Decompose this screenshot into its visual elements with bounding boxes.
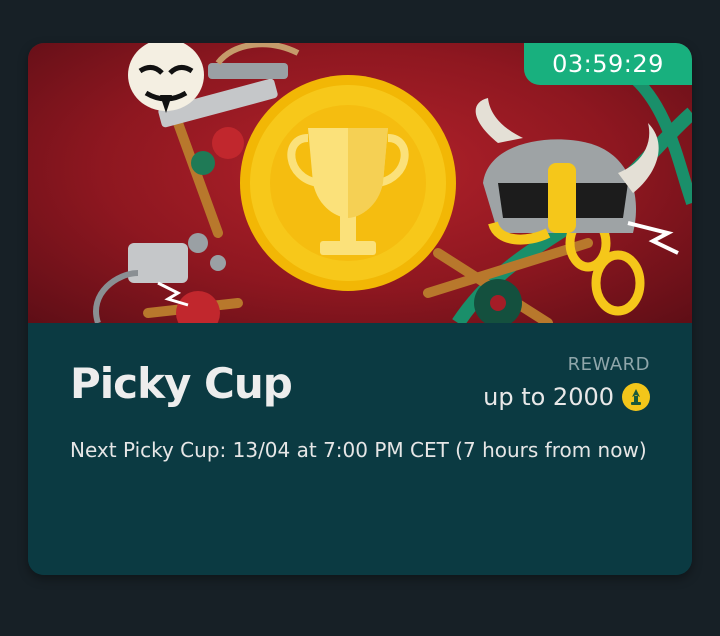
event-title: Picky Cup	[70, 359, 293, 408]
reward-label: REWARD	[567, 354, 650, 375]
event-description: Next Picky Cup: 13/04 at 7:00 PM CET (7 …	[70, 438, 647, 462]
countdown-timer-badge: 03:59:29	[524, 43, 692, 85]
reward-value: up to 2000	[483, 383, 650, 411]
event-card[interactable]: 03:59:29 Picky Cup REWARD up to 2000 Nex…	[28, 43, 692, 575]
reward-amount: up to 2000	[483, 383, 614, 411]
token-coin-icon	[622, 383, 650, 411]
event-banner-image: 03:59:29	[28, 43, 692, 323]
banner-illustration	[93, 43, 692, 323]
event-details: Picky Cup REWARD up to 2000 Next Picky C…	[28, 323, 692, 575]
trophy-coin-icon	[240, 75, 456, 291]
